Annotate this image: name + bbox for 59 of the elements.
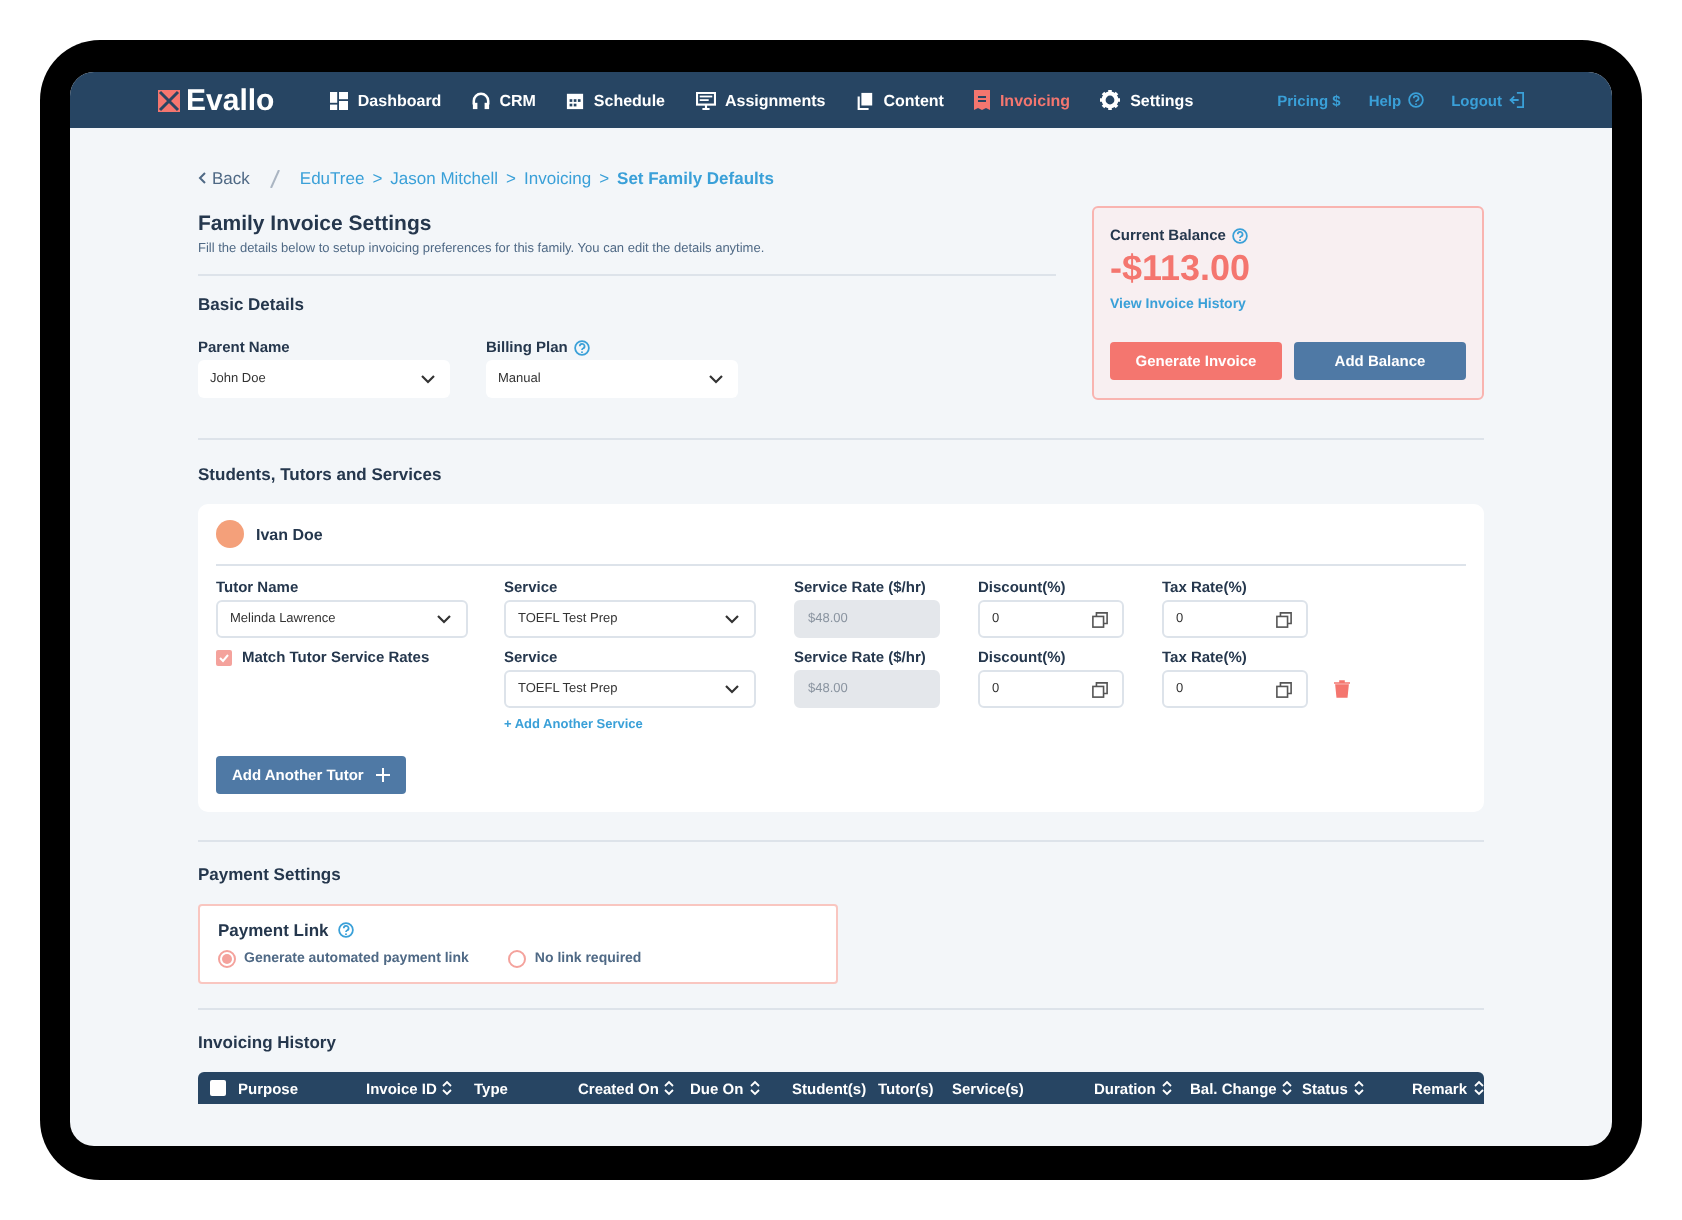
section-heading: Basic Details — [198, 294, 306, 314]
dashboard-icon — [329, 91, 348, 109]
checkbox[interactable] — [210, 1080, 226, 1096]
copy-icon[interactable] — [1276, 681, 1292, 697]
trash-icon[interactable] — [1334, 680, 1350, 698]
section-heading: Payment Settings — [198, 864, 343, 884]
sort-icon[interactable] — [749, 1080, 760, 1096]
plus-icon — [375, 768, 390, 782]
breadcrumb-current: Set Family Defaults — [617, 168, 774, 188]
chevron-down-icon — [436, 614, 452, 624]
nav-item[interactable]: Invoicing — [973, 90, 1071, 110]
logo-icon — [158, 89, 180, 111]
logo-text: Evallo — [186, 83, 275, 117]
invoice-icon — [973, 90, 990, 110]
monitor-icon — [695, 91, 715, 109]
section-heading: Students, Tutors and Services — [198, 464, 444, 484]
nav-item[interactable]: Content — [855, 90, 944, 110]
radio-button[interactable] — [508, 950, 527, 968]
radio-button[interactable] — [218, 950, 236, 968]
sort-icon[interactable] — [664, 1080, 675, 1096]
section-heading: Invoicing History — [198, 1032, 338, 1052]
headset-icon — [471, 91, 490, 109]
help-icon[interactable] — [573, 339, 590, 355]
breadcrumb-separator: > — [372, 168, 383, 188]
chevron-down-icon — [420, 374, 436, 384]
student-name: Ivan Doe — [256, 525, 323, 543]
sort-icon[interactable] — [1353, 1080, 1364, 1096]
calendar-icon — [565, 91, 584, 109]
avatar-icon — [216, 520, 244, 548]
nav-item[interactable]: Schedule — [565, 90, 665, 110]
sort-icon[interactable] — [442, 1080, 453, 1096]
nav-item[interactable]: Assignments — [695, 90, 826, 110]
nav-item[interactable]: Settings — [1100, 90, 1194, 110]
logout-icon — [1508, 92, 1524, 108]
balance-amount: -$113.00 — [1110, 248, 1253, 290]
payment-link-label: Payment Link — [218, 920, 329, 940]
help-icon[interactable] — [338, 922, 355, 938]
chevron-down-icon — [724, 614, 740, 624]
help-icon[interactable] — [1231, 227, 1248, 243]
help-icon[interactable] — [1407, 92, 1424, 108]
page-title: Family Invoice Settings — [198, 212, 434, 236]
breadcrumb-separator: > — [506, 168, 516, 188]
nav-item[interactable]: CRM — [471, 90, 536, 110]
copy-icon[interactable] — [1092, 611, 1108, 627]
sort-icon[interactable] — [1473, 1080, 1484, 1096]
checkbox[interactable] — [216, 649, 232, 665]
chevron-down-icon — [708, 374, 724, 384]
settings-icon — [1100, 90, 1121, 110]
sort-icon[interactable] — [1161, 1080, 1172, 1096]
breadcrumb-separator: > — [599, 168, 610, 188]
back-link[interactable]: Back — [198, 168, 250, 188]
copy-icon[interactable] — [1276, 611, 1292, 627]
chevron-down-icon — [724, 684, 740, 694]
sort-icon[interactable] — [1282, 1080, 1293, 1096]
divider-icon — [269, 169, 280, 187]
documents-icon — [855, 91, 874, 109]
chevron-left-icon — [198, 172, 206, 184]
nav-item[interactable]: Dashboard — [329, 90, 442, 110]
copy-icon[interactable] — [1092, 681, 1108, 697]
